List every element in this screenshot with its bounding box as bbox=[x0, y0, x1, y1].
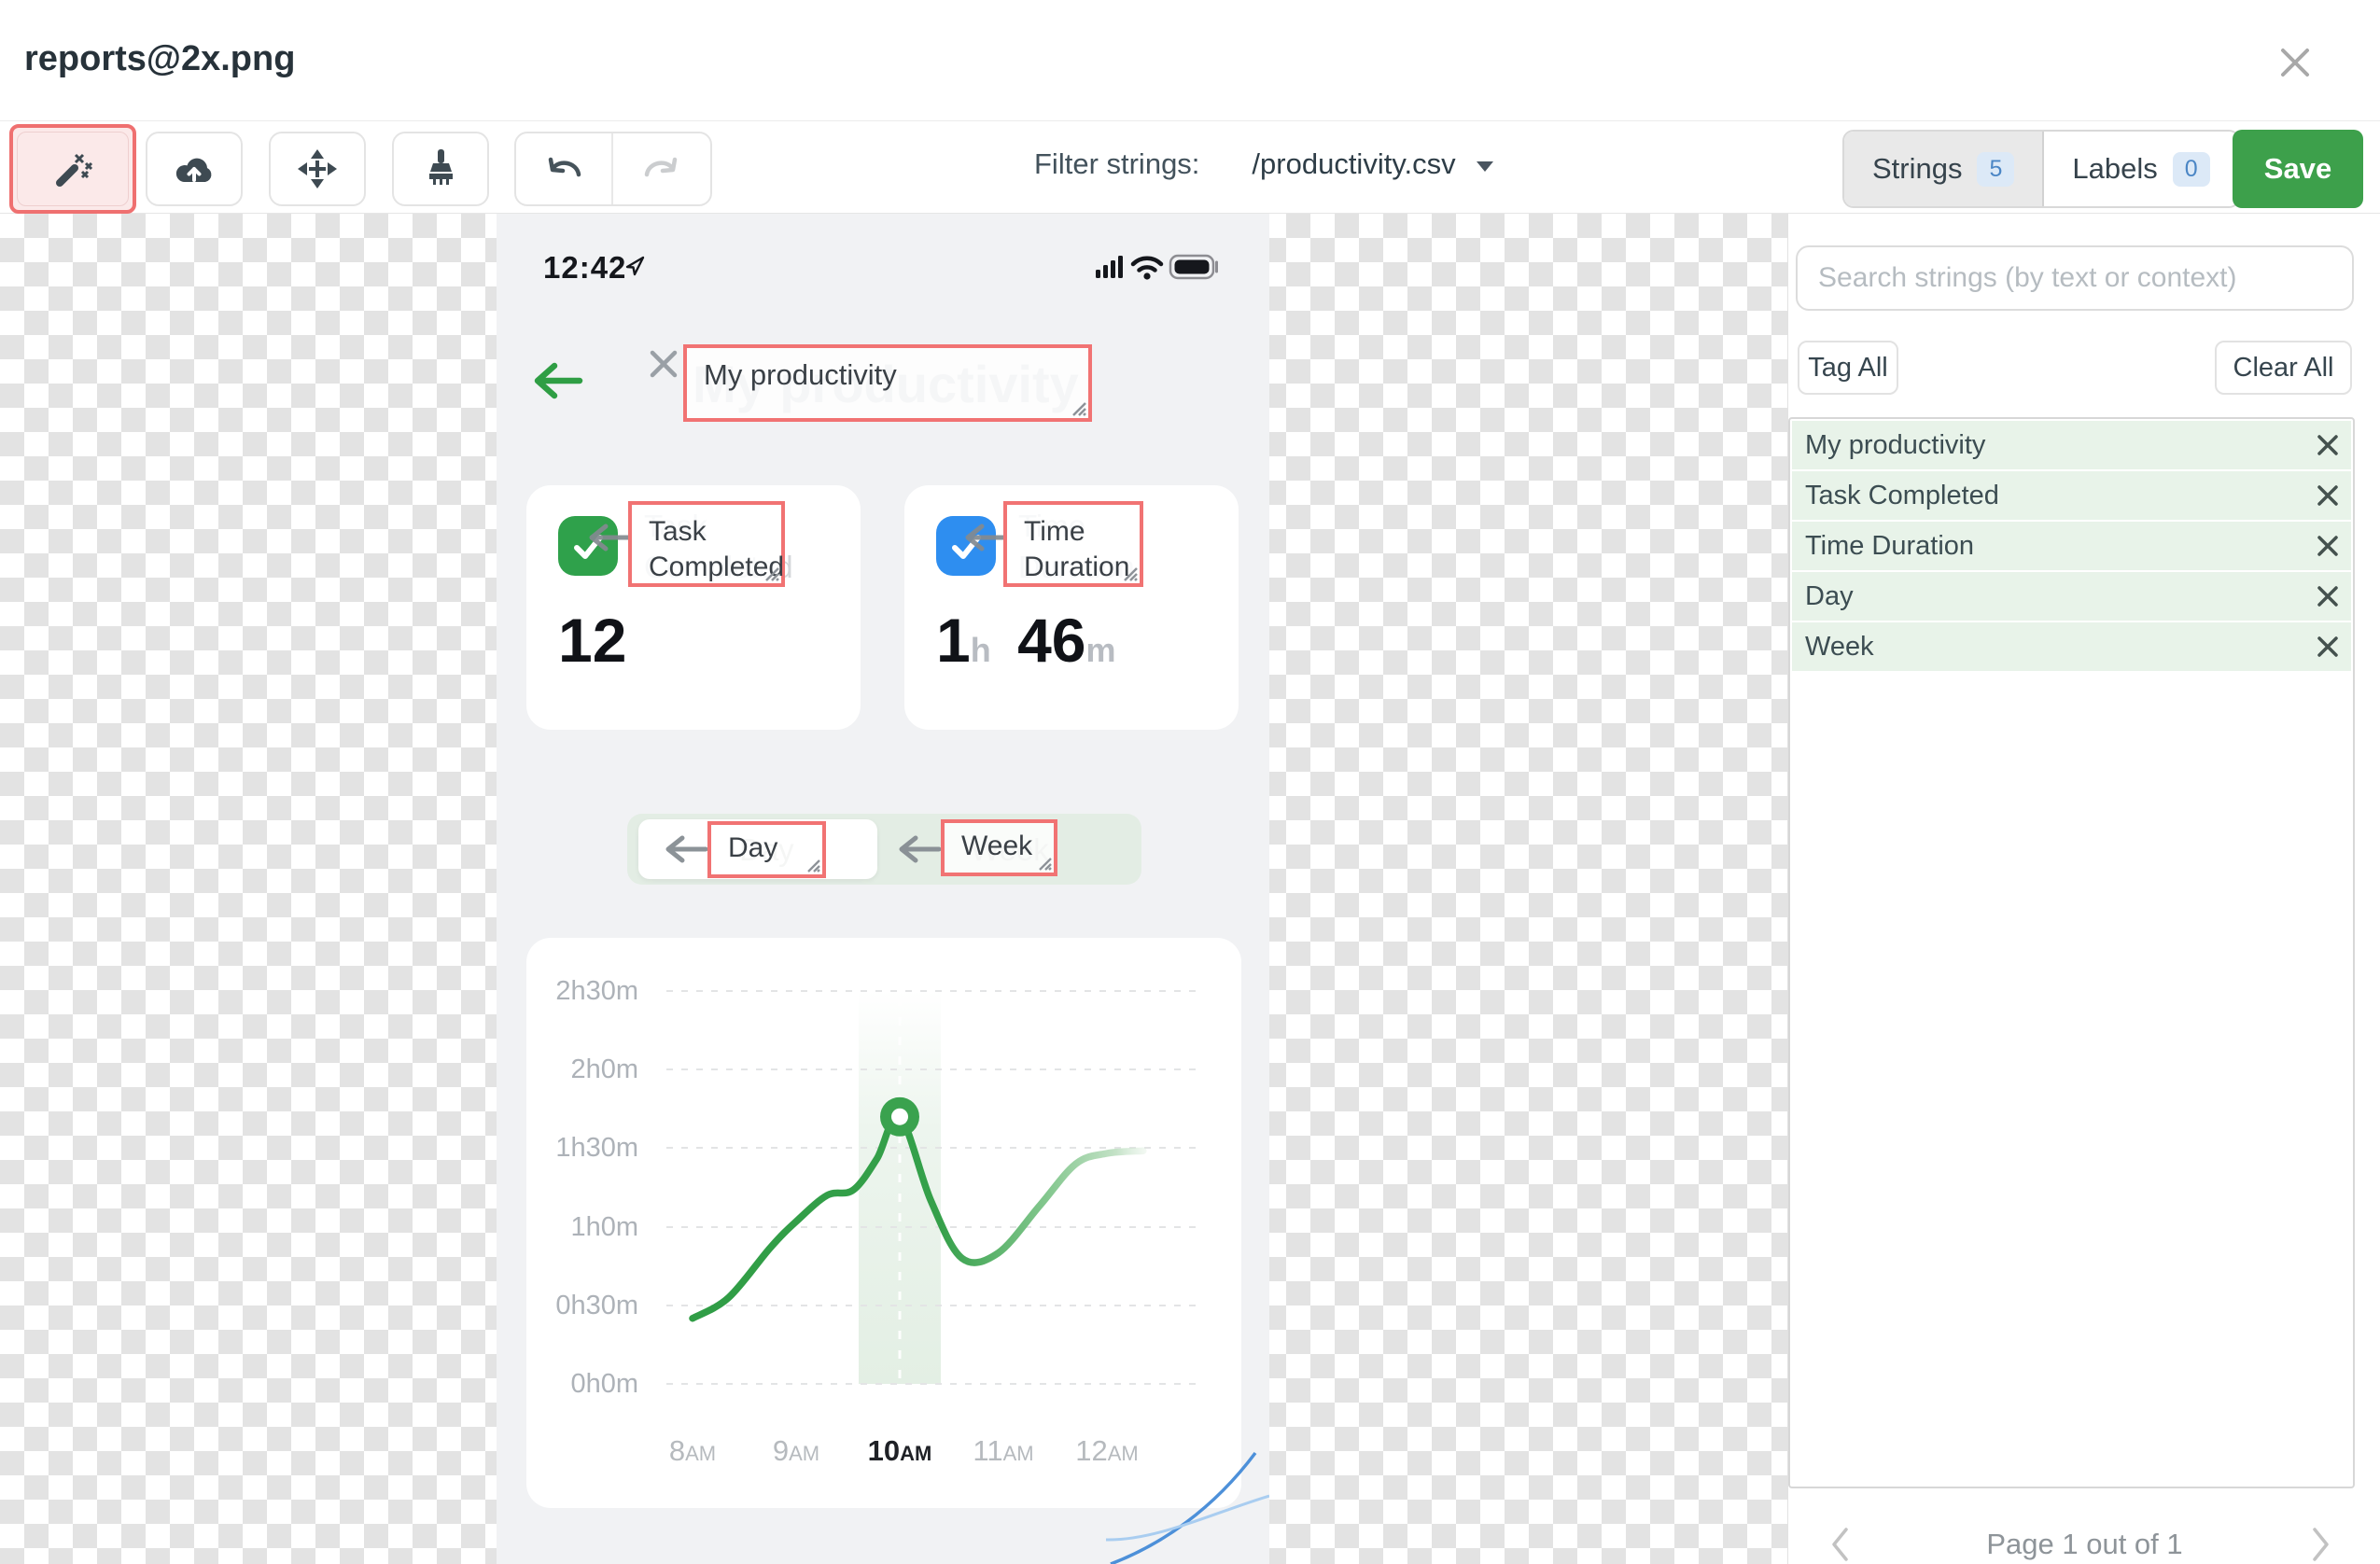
remove-tag-icon[interactable] bbox=[644, 344, 683, 384]
close-modal-button[interactable] bbox=[2274, 41, 2317, 84]
undo-icon bbox=[548, 157, 581, 177]
status-time: 12:42 bbox=[543, 250, 627, 285]
search-input[interactable] bbox=[1796, 245, 2354, 311]
upload-button[interactable] bbox=[146, 132, 243, 206]
close-icon bbox=[2281, 49, 2309, 77]
y-tick: 2h30m bbox=[555, 976, 638, 1006]
chevron-down-icon bbox=[1476, 161, 1493, 172]
editor-canvas[interactable]: 12:42 My productivity Task Completed 12 … bbox=[0, 214, 1787, 1564]
strings-count-badge: 5 bbox=[1977, 151, 2015, 187]
redo-icon bbox=[644, 157, 678, 177]
pagination: Page 1 out of 1 bbox=[1788, 1516, 2380, 1564]
clear-all-button[interactable]: Clear All bbox=[2215, 341, 2352, 395]
task-completed-card: TaskCompleted TaskCompleted 12 bbox=[526, 485, 861, 730]
undo-redo-group bbox=[514, 132, 712, 206]
brush-icon bbox=[429, 149, 453, 185]
y-tick: 1h0m bbox=[570, 1212, 638, 1242]
modal-header: reports@2x.png bbox=[0, 0, 2380, 121]
move-icon bbox=[298, 149, 337, 189]
tag-pointer-arrow-icon bbox=[899, 835, 941, 863]
strings-sidebar: Tag All Clear All My productivity Task C… bbox=[1787, 214, 2380, 1564]
x-tick: 8AM bbox=[668, 1434, 717, 1467]
duration-value: 1h 46m bbox=[936, 606, 1116, 675]
resize-handle[interactable] bbox=[763, 565, 779, 581]
tag-text: My productivity bbox=[704, 358, 897, 391]
redo-button[interactable] bbox=[613, 133, 710, 204]
filter-file-dropdown[interactable]: /productivity.csv bbox=[1252, 147, 1493, 181]
x-tick: 9AM bbox=[772, 1434, 820, 1467]
app-root: reports@2x.png Filter strings: /producti… bbox=[0, 0, 2380, 1564]
strings-labels-tabs: Strings 5 Labels 0 bbox=[1842, 130, 2240, 208]
string-row[interactable]: Time Duration bbox=[1792, 522, 2351, 570]
tag-box-time-duration[interactable]: Time Duration bbox=[1003, 501, 1143, 587]
filter-strings-control: Filter strings: /productivity.csv bbox=[1034, 147, 1493, 181]
tag-pointer-arrow-icon bbox=[965, 524, 1007, 552]
resize-handle[interactable] bbox=[1070, 399, 1086, 416]
y-tick: 1h30m bbox=[555, 1133, 638, 1163]
remove-string-icon[interactable] bbox=[2316, 483, 2340, 508]
tag-box-day[interactable]: Day bbox=[707, 821, 826, 878]
time-duration-card: TimeDuration TimeDuration 1h 46m bbox=[904, 485, 1239, 730]
clean-tool-button[interactable] bbox=[392, 132, 489, 206]
save-button[interactable]: Save bbox=[2233, 130, 2363, 208]
location-arrow-icon bbox=[625, 256, 645, 276]
screenshot-image: 12:42 My productivity Task Completed 12 … bbox=[497, 214, 1269, 1564]
x-tick-active: 10AM bbox=[867, 1434, 932, 1467]
resize-handle[interactable] bbox=[805, 858, 820, 873]
filter-strings-label: Filter strings: bbox=[1034, 147, 1200, 180]
undo-button[interactable] bbox=[516, 133, 613, 204]
remove-string-icon[interactable] bbox=[2316, 433, 2340, 457]
tag-all-button[interactable]: Tag All bbox=[1798, 341, 1898, 395]
productivity-chart-card: 2h30m 2h0m 1h30m 1h0m 0h30m 0h0m 8AM 9AM… bbox=[526, 938, 1241, 1508]
resize-handle[interactable] bbox=[1037, 856, 1052, 871]
status-icons bbox=[1096, 254, 1218, 280]
toolbar: Filter strings: /productivity.csv String… bbox=[0, 121, 2380, 214]
next-page-chevron-icon[interactable] bbox=[2307, 1524, 2333, 1564]
string-row[interactable]: My productivity bbox=[1792, 421, 2351, 469]
move-tool-button[interactable] bbox=[269, 132, 366, 206]
magic-wand-icon bbox=[56, 153, 93, 187]
tag-text: Time Duration bbox=[1024, 516, 1130, 582]
tag-box-week[interactable]: Week bbox=[941, 819, 1057, 876]
tab-strings[interactable]: Strings 5 bbox=[1844, 132, 2045, 206]
tag-box-title[interactable]: My productivity bbox=[683, 344, 1092, 422]
prev-page-chevron-icon[interactable] bbox=[1827, 1524, 1854, 1564]
y-tick: 0h30m bbox=[555, 1291, 638, 1320]
y-tick: 0h0m bbox=[570, 1369, 638, 1399]
resize-handle[interactable] bbox=[1121, 565, 1138, 581]
x-tick: 11AM bbox=[973, 1434, 1034, 1467]
tab-labels[interactable]: Labels 0 bbox=[2044, 132, 2237, 206]
tag-pointer-arrow-icon bbox=[589, 524, 631, 552]
tasks-value: 12 bbox=[558, 606, 627, 675]
y-tick: 2h0m bbox=[570, 1054, 638, 1084]
strings-list: My productivity Task Completed Time Dura… bbox=[1788, 417, 2355, 1488]
labels-count-badge: 0 bbox=[2172, 151, 2210, 187]
remove-string-icon[interactable] bbox=[2316, 635, 2340, 659]
tag-text: Day bbox=[728, 832, 778, 863]
filter-file-value: /productivity.csv bbox=[1252, 147, 1456, 180]
auto-tag-tool-button[interactable] bbox=[9, 124, 136, 214]
remove-string-icon[interactable] bbox=[2316, 584, 2340, 608]
remove-string-icon[interactable] bbox=[2316, 534, 2340, 558]
day-week-toggle: Day Day Week Week bbox=[627, 814, 1141, 885]
string-row[interactable]: Day bbox=[1792, 572, 2351, 621]
string-row[interactable]: Week bbox=[1792, 622, 2351, 671]
tag-text: Week bbox=[961, 831, 1033, 861]
next-chart-decoration bbox=[1106, 1451, 1269, 1564]
page-indicator: Page 1 out of 1 bbox=[1986, 1528, 2183, 1560]
cloud-upload-icon bbox=[175, 158, 212, 183]
back-arrow-icon bbox=[534, 362, 583, 399]
file-title: reports@2x.png bbox=[24, 39, 296, 78]
tag-pointer-arrow-icon bbox=[665, 835, 707, 863]
tag-box-task-completed[interactable]: Task Completed bbox=[628, 501, 785, 587]
string-row[interactable]: Task Completed bbox=[1792, 471, 2351, 520]
